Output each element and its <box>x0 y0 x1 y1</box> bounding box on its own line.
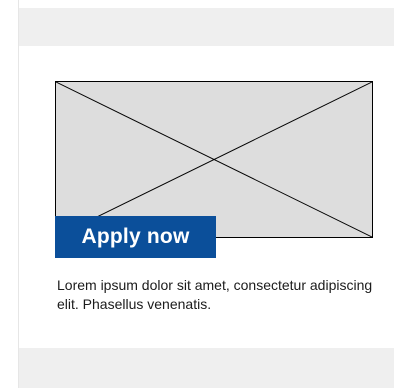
apply-now-button[interactable]: Apply now <box>55 216 216 258</box>
card-description: Lorem ipsum dolor sit amet, consectetur … <box>57 277 373 312</box>
content-frame: Apply now Lorem ipsum dolor sit amet, co… <box>18 0 394 388</box>
image-placeholder <box>55 81 373 238</box>
bottom-band <box>19 348 394 388</box>
image-placeholder-icon <box>56 82 372 237</box>
top-band <box>19 8 394 46</box>
